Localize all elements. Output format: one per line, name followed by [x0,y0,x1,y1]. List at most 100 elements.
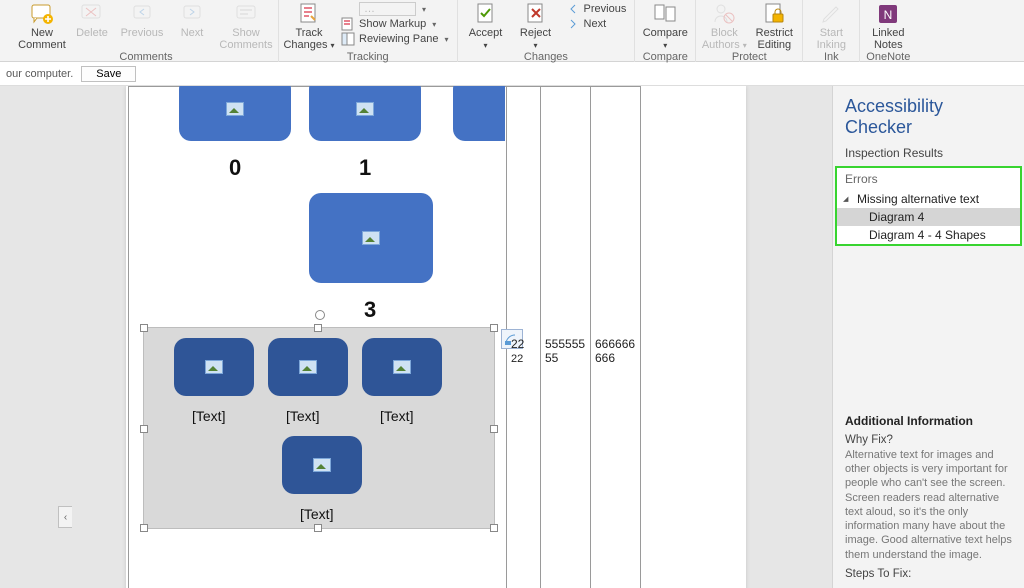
compare-button[interactable]: Compare▾ [639,0,691,51]
start-inking-label: Start Inking [807,27,855,51]
smartart-shape-1[interactable] [309,86,421,141]
track-changes-label: Track Changes ▾ [283,27,335,51]
new-comment-button[interactable]: New Comment [18,0,66,51]
restrict-editing-button[interactable]: Restrict Editing [750,0,798,51]
restrict-editing-label: Restrict Editing [750,27,798,51]
ribbon-group-protect: Block Authors ▾ Restrict Editing Protect [696,0,803,62]
picture-placeholder-icon [205,360,223,374]
cell-c3: 666666666 [595,337,635,365]
picture-placeholder-icon [356,102,374,116]
new-comment-icon [30,2,54,26]
changes-previous-button[interactable]: Previous [562,2,631,16]
word-table[interactable]: 0 1 3 [128,86,641,588]
show-comments-button[interactable]: Show Comments [218,0,274,51]
picture-placeholder-icon [362,231,380,245]
block-authors-button[interactable]: Block Authors ▾ [700,0,748,51]
save-button[interactable]: Save [81,66,136,82]
text-label-d: [Text] [300,506,333,522]
info-header: Additional Information [845,414,1012,428]
ribbon-group-compare: Compare▾ Compare [635,0,696,62]
changes-next-button[interactable]: Next [562,17,631,31]
previous-label: Previous [121,27,164,39]
show-markup-label: Show Markup [359,18,426,30]
workspace: ‹ 0 1 3 [0,86,1024,588]
message-bar: our computer. Save [0,62,1024,86]
show-markup-icon [341,17,355,31]
reject-button[interactable]: Reject▾ [512,0,560,51]
smartart-shape-a[interactable] [174,338,254,396]
ribbon-group-changes: Accept▾ Reject▾ Previous Next Changes [458,0,636,62]
show-comments-icon [234,2,258,26]
compare-icon [653,2,677,26]
protect-group-label: Protect [700,51,798,65]
accept-button[interactable]: Accept▾ [462,0,510,51]
previous-icon [130,2,154,26]
compare-group-label: Compare [639,51,691,65]
ribbon-group-ink: Start Inking Ink [803,0,860,62]
smartart-shape-b[interactable] [268,338,348,396]
error-item-diagram4[interactable]: Diagram 4 [837,208,1020,226]
show-comments-label: Show Comments [218,27,274,51]
cell-c1: 22 [511,337,524,351]
pane-subtitle: Inspection Results [833,142,1024,166]
accessibility-checker-pane: Accessibility Checker Inspection Results… [832,86,1024,588]
delete-comment-button[interactable]: Delete [68,0,116,39]
onenote-icon: N [876,2,900,26]
error-item-diagram4-shapes[interactable]: Diagram 4 - 4 Shapes [837,226,1020,244]
smartart-shape-extra[interactable] [453,86,505,141]
smartart-shape-d[interactable] [282,436,362,494]
comments-group-label: Comments [18,51,274,65]
text-label-c: [Text] [380,408,413,424]
previous-comment-button[interactable]: Previous [118,0,166,39]
error-category-missing-alt[interactable]: Missing alternative text [837,190,1020,208]
reviewing-pane-icon [341,32,355,46]
next-label: Next [181,27,204,39]
changes-group-label: Changes [462,51,631,65]
errors-header: Errors [837,168,1020,190]
onenote-group-label: OneNote [864,51,912,65]
smartart-shape-3[interactable] [309,193,433,283]
ribbon-group-tracking: Track Changes ▾ …▾ Show Markup▾ Reviewin… [279,0,458,62]
next-icon [180,2,204,26]
label-0: 0 [229,155,241,181]
block-authors-label: Block Authors ▾ [700,27,748,51]
page: 0 1 3 [126,86,746,588]
new-comment-label: New Comment [18,27,66,51]
picture-placeholder-icon [313,458,331,472]
text-label-b: [Text] [286,408,319,424]
ribbon-group-comments: New Comment Delete Previous Next Show Co… [14,0,279,62]
linked-notes-button[interactable]: N Linked Notes [864,0,912,51]
smartart-shape-c[interactable] [362,338,442,396]
smartart-selection[interactable]: [Text] [Text] [Text] [Text] [143,327,495,529]
show-markup-button[interactable]: Show Markup▾ [337,17,453,31]
markup-dropdown[interactable]: …▾ [337,2,453,16]
block-authors-icon [712,2,736,26]
why-fix-header: Why Fix? [845,434,1012,446]
smartart-shape-0[interactable] [179,86,291,141]
picture-placeholder-icon [393,360,411,374]
steps-header: Steps To Fix: [845,568,1012,580]
inspection-results-list: Errors Missing alternative text Diagram … [835,166,1022,246]
ribbon-group-onenote: N Linked Notes OneNote [860,0,916,62]
delete-icon [80,2,104,26]
cell-c2: 55555555 [545,337,585,365]
changes-prev-icon [566,2,580,16]
document-area[interactable]: ‹ 0 1 3 [0,86,832,588]
ink-icon [819,2,843,26]
reject-label: Reject▾ [520,27,551,51]
reviewing-pane-label: Reviewing Pane [359,33,439,45]
label-3: 3 [364,297,376,323]
ribbon: New Comment Delete Previous Next Show Co… [0,0,1024,62]
smartart-text-pane-toggle[interactable]: ‹ [58,506,72,528]
why-fix-body: Alternative text for images and other ob… [845,448,1012,562]
reviewing-pane-button[interactable]: Reviewing Pane▾ [337,32,453,46]
ink-group-label: Ink [807,51,855,65]
linked-notes-label: Linked Notes [864,27,912,51]
track-changes-button[interactable]: Track Changes ▾ [283,0,335,51]
delete-label: Delete [76,27,108,39]
accept-label: Accept▾ [469,27,503,51]
next-comment-button[interactable]: Next [168,0,216,39]
start-inking-button[interactable]: Start Inking [807,0,855,51]
label-1: 1 [359,155,371,181]
accept-icon [474,2,498,26]
